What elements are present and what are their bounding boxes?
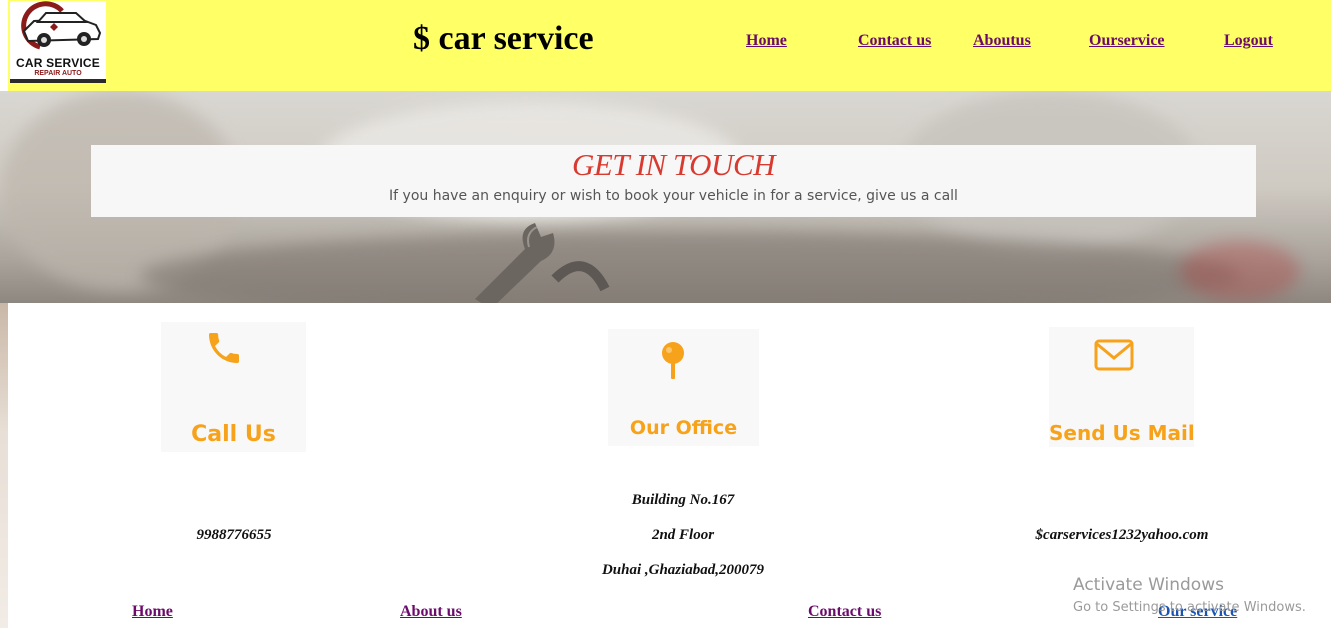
- wrench-icon: [475, 223, 610, 303]
- address-line-2: 2nd Floor: [651, 527, 715, 543]
- footer-about-link[interactable]: About us: [400, 603, 462, 621]
- map-pin-icon: [662, 342, 684, 379]
- nav-our-service[interactable]: Ourservice: [1089, 32, 1165, 50]
- activate-windows-title: Activate Windows: [1073, 575, 1224, 595]
- site-title: $ car service: [413, 20, 594, 57]
- our-office-card[interactable]: Our Office: [608, 329, 759, 446]
- phone-icon: [209, 333, 239, 363]
- address-line-3: Duhai ,Ghaziabad,200079: [601, 562, 765, 578]
- car-logo-icon: [21, 1, 102, 50]
- logo-bar: [10, 79, 106, 83]
- footer-home-link[interactable]: Home: [132, 603, 173, 621]
- hero-subtext: If you have an enquiry or wish to book y…: [389, 188, 958, 204]
- nav-logout[interactable]: Logout: [1224, 32, 1273, 50]
- left-bg-strip: [0, 303, 8, 628]
- send-us-mail-label: Send Us Mail: [1049, 421, 1195, 445]
- site-header: CAR SERVICE REPAIR AUTO $ car service Ho…: [8, 0, 1331, 91]
- hero-bg-shape: [1180, 241, 1300, 301]
- site-logo[interactable]: CAR SERVICE REPAIR AUTO: [10, 1, 106, 83]
- nav-home[interactable]: Home: [746, 32, 787, 50]
- email-address[interactable]: $carservices1232yahoo.com: [992, 527, 1252, 544]
- logo-text-secondary: REPAIR AUTO: [34, 70, 82, 77]
- logo-text-primary: CAR SERVICE: [16, 56, 100, 70]
- nav-contact-us[interactable]: Contact us: [858, 32, 931, 50]
- send-us-mail-card[interactable]: Send Us Mail: [1049, 327, 1195, 447]
- activate-windows-subtitle: Go to Settings to activate Windows.: [1073, 600, 1306, 615]
- get-in-touch-panel: GET IN TOUCH If you have an enquiry or w…: [91, 145, 1256, 217]
- envelope-icon: [1094, 339, 1134, 371]
- hero-heading: GET IN TOUCH: [571, 147, 776, 182]
- hero-banner: GET IN TOUCH If you have an enquiry or w…: [0, 91, 1331, 303]
- address-line-1: Building No.167: [631, 492, 735, 508]
- our-office-label: Our Office: [629, 417, 738, 439]
- footer-contact-link[interactable]: Contact us: [808, 603, 881, 621]
- call-us-card[interactable]: Call Us: [161, 322, 306, 452]
- nav-about-us[interactable]: Aboutus: [973, 32, 1031, 50]
- call-us-label: Call Us: [191, 422, 276, 447]
- phone-number: 9988776655: [196, 527, 272, 543]
